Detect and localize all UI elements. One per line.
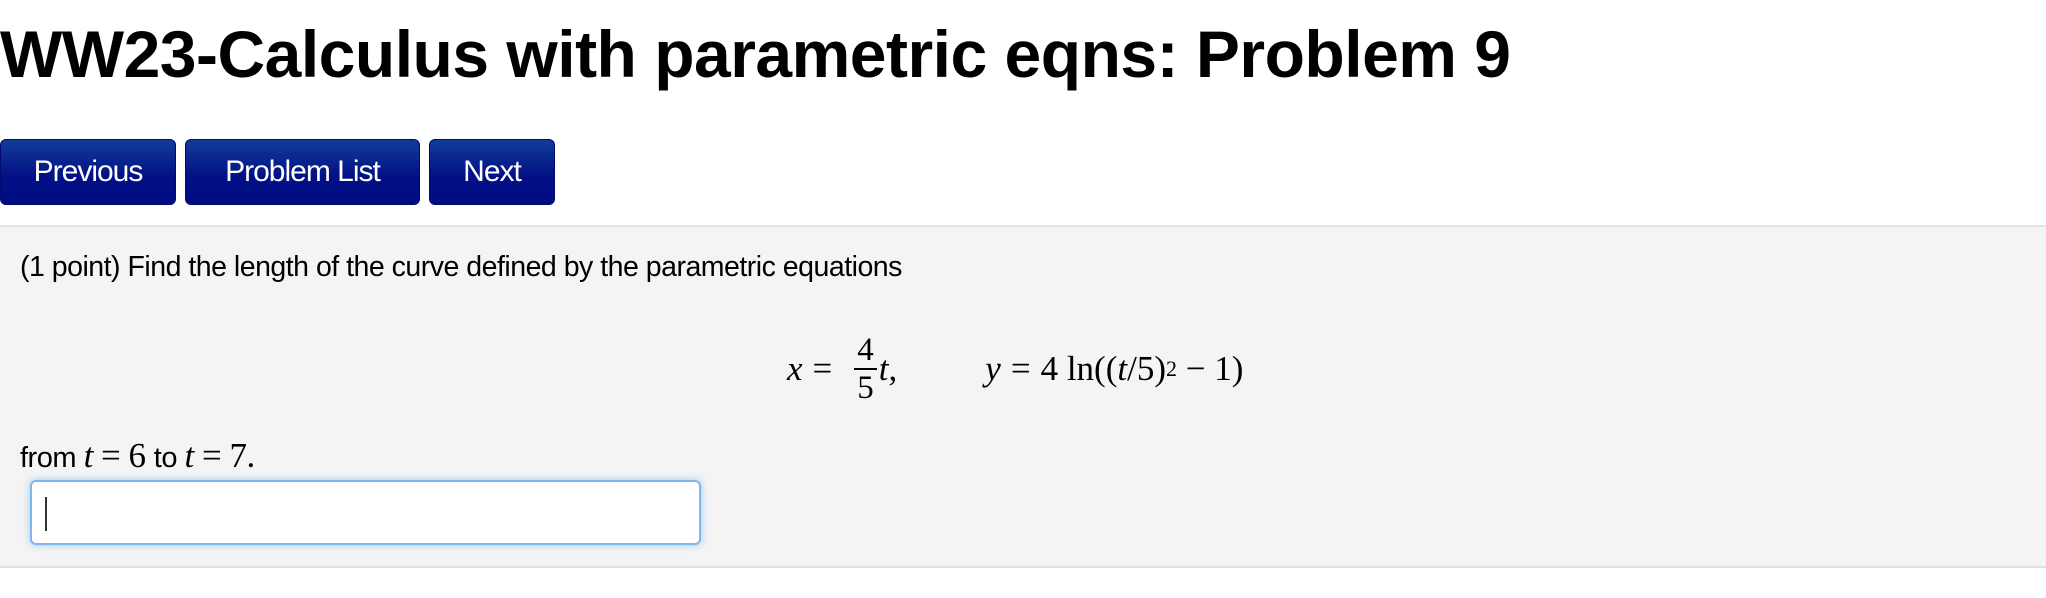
problem-panel: (1 point) Find the length of the curve d…	[0, 225, 2046, 568]
parametric-equations: x = 4 5 t , y = 4 ln(( t /5) 2 − 1)	[787, 319, 1243, 419]
range-eq-1: = 6	[92, 436, 154, 475]
text-cursor	[45, 497, 47, 531]
problem-points: (1 point)	[20, 251, 121, 283]
range-eq-2: = 7.	[193, 436, 255, 475]
y-equation-suffix: − 1)	[1177, 349, 1244, 388]
range-var-1: t	[83, 436, 94, 475]
y-equation-mid: /5)	[1127, 349, 1166, 388]
previous-button[interactable]: Previous	[0, 139, 176, 205]
x-equation-fraction: 4 5	[854, 332, 877, 406]
y-equation-exponent: 2	[1166, 356, 1177, 381]
next-button[interactable]: Next	[429, 139, 555, 205]
page-title: WW23-Calculus with parametric eqns: Prob…	[0, 17, 1511, 91]
range-from-word: from	[20, 442, 77, 474]
problem-list-button[interactable]: Problem List	[185, 139, 420, 205]
range-var-2: t	[184, 436, 195, 475]
y-equation-lhs: y	[985, 349, 1001, 388]
parameter-range: from t = 6 to t = 7.	[20, 436, 255, 476]
x-equation-lhs: x	[787, 349, 803, 388]
fraction-denominator: 5	[857, 370, 874, 406]
problem-navigation: Previous Problem List Next	[0, 139, 555, 205]
range-to-word: to	[153, 442, 178, 474]
x-equation-variable: t	[878, 349, 889, 388]
problem-prompt: (1 point) Find the length of the curve d…	[20, 251, 902, 284]
y-equation-variable: t	[1117, 349, 1128, 388]
y-equation-equals: =	[1010, 349, 1031, 388]
problem-text: Find the length of the curve defined by …	[127, 251, 902, 283]
x-equation-equals: =	[812, 349, 833, 388]
x-equation-comma: ,	[888, 349, 898, 388]
y-equation-prefix: 4 ln((	[1040, 349, 1118, 388]
answer-input[interactable]	[30, 480, 701, 545]
fraction-numerator: 4	[854, 332, 877, 370]
